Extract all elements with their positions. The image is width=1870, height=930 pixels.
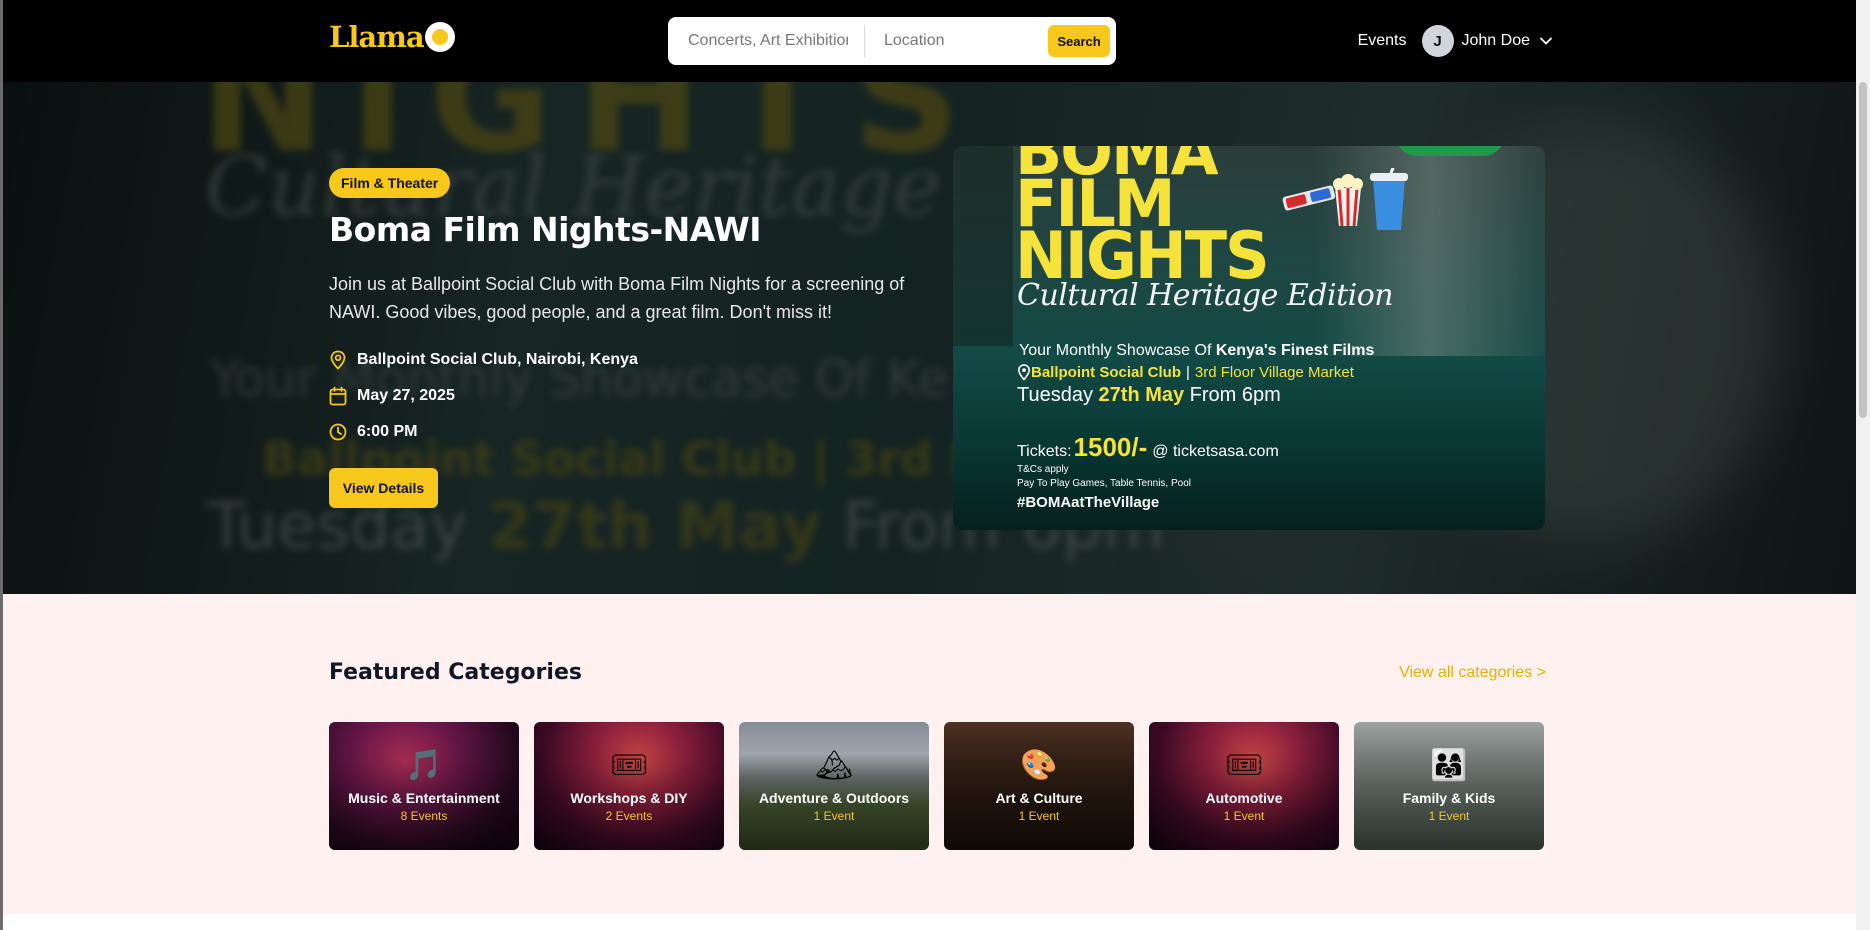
poster-shade [953, 146, 1013, 346]
nav-right: Events J John Doe [1358, 24, 1552, 58]
scrollbar-thumb[interactable] [1859, 82, 1867, 418]
mountain-icon: 🏔 [814, 748, 854, 783]
hero-banner: NIGHTS Cultural Heritage Your Monthly Sh… [0, 82, 1870, 594]
category-name: Adventure & Outdoors [758, 790, 910, 806]
section-title: Featured Categories [329, 660, 582, 685]
search-button[interactable]: Search [1048, 25, 1110, 57]
logo[interactable]: Llama [329, 20, 455, 54]
poster-showcase-line: Your Monthly Showcase Of Kenya's Finest … [1019, 342, 1374, 360]
page-scrollbar[interactable] [1856, 0, 1870, 930]
category-card-overlay [534, 722, 724, 850]
category-card-overlay [944, 722, 1134, 850]
logo-badge-icon [424, 22, 455, 52]
poster-date-highlight: 27th May [1098, 384, 1185, 406]
category-name: Workshops & DIY [570, 790, 688, 806]
view-all-categories-link[interactable]: View all categories > [1399, 664, 1546, 682]
category-card-overlay [739, 722, 929, 850]
poster-subtitle: Cultural Heritage Edition [1017, 278, 1394, 313]
event-time: 6:00 PM [329, 422, 417, 442]
poster-title-line: NIGHTS [1015, 217, 1270, 294]
poster-text: Tickets: [1017, 443, 1072, 460]
poster-title: BOMA FILM NIGHTS [1015, 146, 1270, 294]
poster-tickets-line: Tickets: 1500/- @ ticketsasa.com [1017, 432, 1279, 463]
poster-hashtag: #BOMAatTheVillage [1017, 494, 1160, 511]
category-tag[interactable]: Film & Theater [329, 168, 451, 198]
location-pin-icon [1017, 364, 1031, 381]
calendar-icon [329, 386, 347, 406]
category-name: Music & Entertainment [348, 790, 500, 806]
event-date: May 27, 2025 [329, 386, 455, 406]
window-frame-left [0, 0, 3, 930]
logo-text: Llama [329, 20, 425, 54]
chevron-down-icon[interactable] [1540, 37, 1552, 45]
category-card-art-culture[interactable]: 🎨 Art & Culture 1 Event [944, 722, 1134, 850]
category-count: 1 Event [1223, 809, 1265, 823]
location-input[interactable] [884, 32, 1049, 50]
poster-text: Tuesday [1017, 384, 1099, 406]
category-card-overlay [1149, 722, 1339, 850]
poster-terms: T&Cs apply [1017, 464, 1069, 475]
poster-venue-line: Ballpoint Social Club | 3rd Floor Village … [1017, 364, 1354, 381]
location-pin-icon [330, 350, 346, 370]
ticket-icon: 🎟 [609, 748, 649, 783]
category-count: 1 Event [1018, 809, 1060, 823]
avatar[interactable]: J [1421, 25, 1454, 57]
page: Llama Search Events J John Doe NIGHTS Cu… [0, 0, 1870, 930]
view-details-button[interactable]: View Details [329, 468, 438, 508]
category-card-workshops-diy[interactable]: 🎟 Workshops & DIY 2 Events [534, 722, 724, 850]
category-list: 🎵 Music & Entertainment 8 Events 🎟 Works… [329, 722, 1544, 850]
ticket-icon: 🎟 [1224, 748, 1264, 783]
search-divider [864, 25, 865, 57]
category-count: 1 Event [1428, 809, 1470, 823]
search-bar: Search [668, 17, 1116, 65]
category-card-music-entertainment[interactable]: 🎵 Music & Entertainment 8 Events [329, 722, 519, 850]
poster-separator: | [1186, 364, 1190, 381]
category-card-automotive[interactable]: 🎟 Automotive 1 Event [1149, 722, 1339, 850]
poster-venue-name: Ballpoint Social Club [1031, 364, 1182, 381]
hero-overlay [0, 82, 1870, 594]
poster-ticket-price: 1500/- [1073, 432, 1148, 462]
family-icon: 👨‍👩‍👧 [1430, 748, 1468, 783]
poster-decoration [1395, 146, 1505, 156]
category-card-family-kids[interactable]: 👨‍👩‍👧 Family & Kids 1 Event [1354, 722, 1544, 850]
event-location-text: Ballpoint Social Club, Nairobi, Kenya [357, 351, 638, 368]
category-card-overlay [1354, 722, 1544, 850]
nav-link-events[interactable]: Events [1358, 32, 1407, 50]
event-date-text: May 27, 2025 [357, 387, 455, 404]
featured-categories-section: Featured Categories View all categories … [3, 594, 1856, 914]
category-card-adventure-outdoors[interactable]: 🏔 Adventure & Outdoors 1 Event [739, 722, 929, 850]
poster-text-bold: Kenya's Finest Films [1215, 342, 1375, 359]
category-count: 8 Events [400, 809, 448, 823]
top-navbar: Llama Search Events J John Doe [0, 0, 1870, 82]
palette-icon: 🎨 [1020, 748, 1058, 783]
poster-text: Your Monthly Showcase Of [1019, 342, 1216, 359]
poster-extras: Pay To Play Games, Table Tennis, Pool [1017, 478, 1191, 489]
event-description: Join us at Ballpoint Social Club with Bo… [329, 274, 905, 322]
popcorn-glasses-icon [1282, 168, 1408, 230]
category-name: Art & Culture [995, 790, 1083, 806]
category-name: Family & Kids [1402, 790, 1496, 806]
category-count: 2 Events [605, 809, 653, 823]
category-card-overlay [329, 722, 519, 850]
music-icon: 🎵 [405, 748, 443, 783]
poster-text: From 6pm [1184, 384, 1281, 406]
clock-icon [329, 423, 347, 441]
event-location: Ballpoint Social Club, Nairobi, Kenya [329, 350, 638, 370]
category-name: Automotive [1205, 790, 1283, 806]
poster-date-line: Tuesday 27th May From 6pm [1017, 384, 1281, 407]
user-menu-name[interactable]: John Doe [1462, 32, 1531, 50]
poster-venue-floor: 3rd Floor Village Market [1194, 364, 1354, 381]
poster-text: @ ticketsasa.com [1152, 443, 1279, 460]
search-input[interactable] [688, 32, 848, 50]
category-count: 1 Event [813, 809, 855, 823]
event-poster[interactable]: BOMA FILM NIGHTS Cultural Heritage Editi… [953, 146, 1545, 530]
event-time-text: 6:00 PM [357, 423, 418, 440]
event-title: Boma Film Nights-NAWI [329, 210, 762, 249]
